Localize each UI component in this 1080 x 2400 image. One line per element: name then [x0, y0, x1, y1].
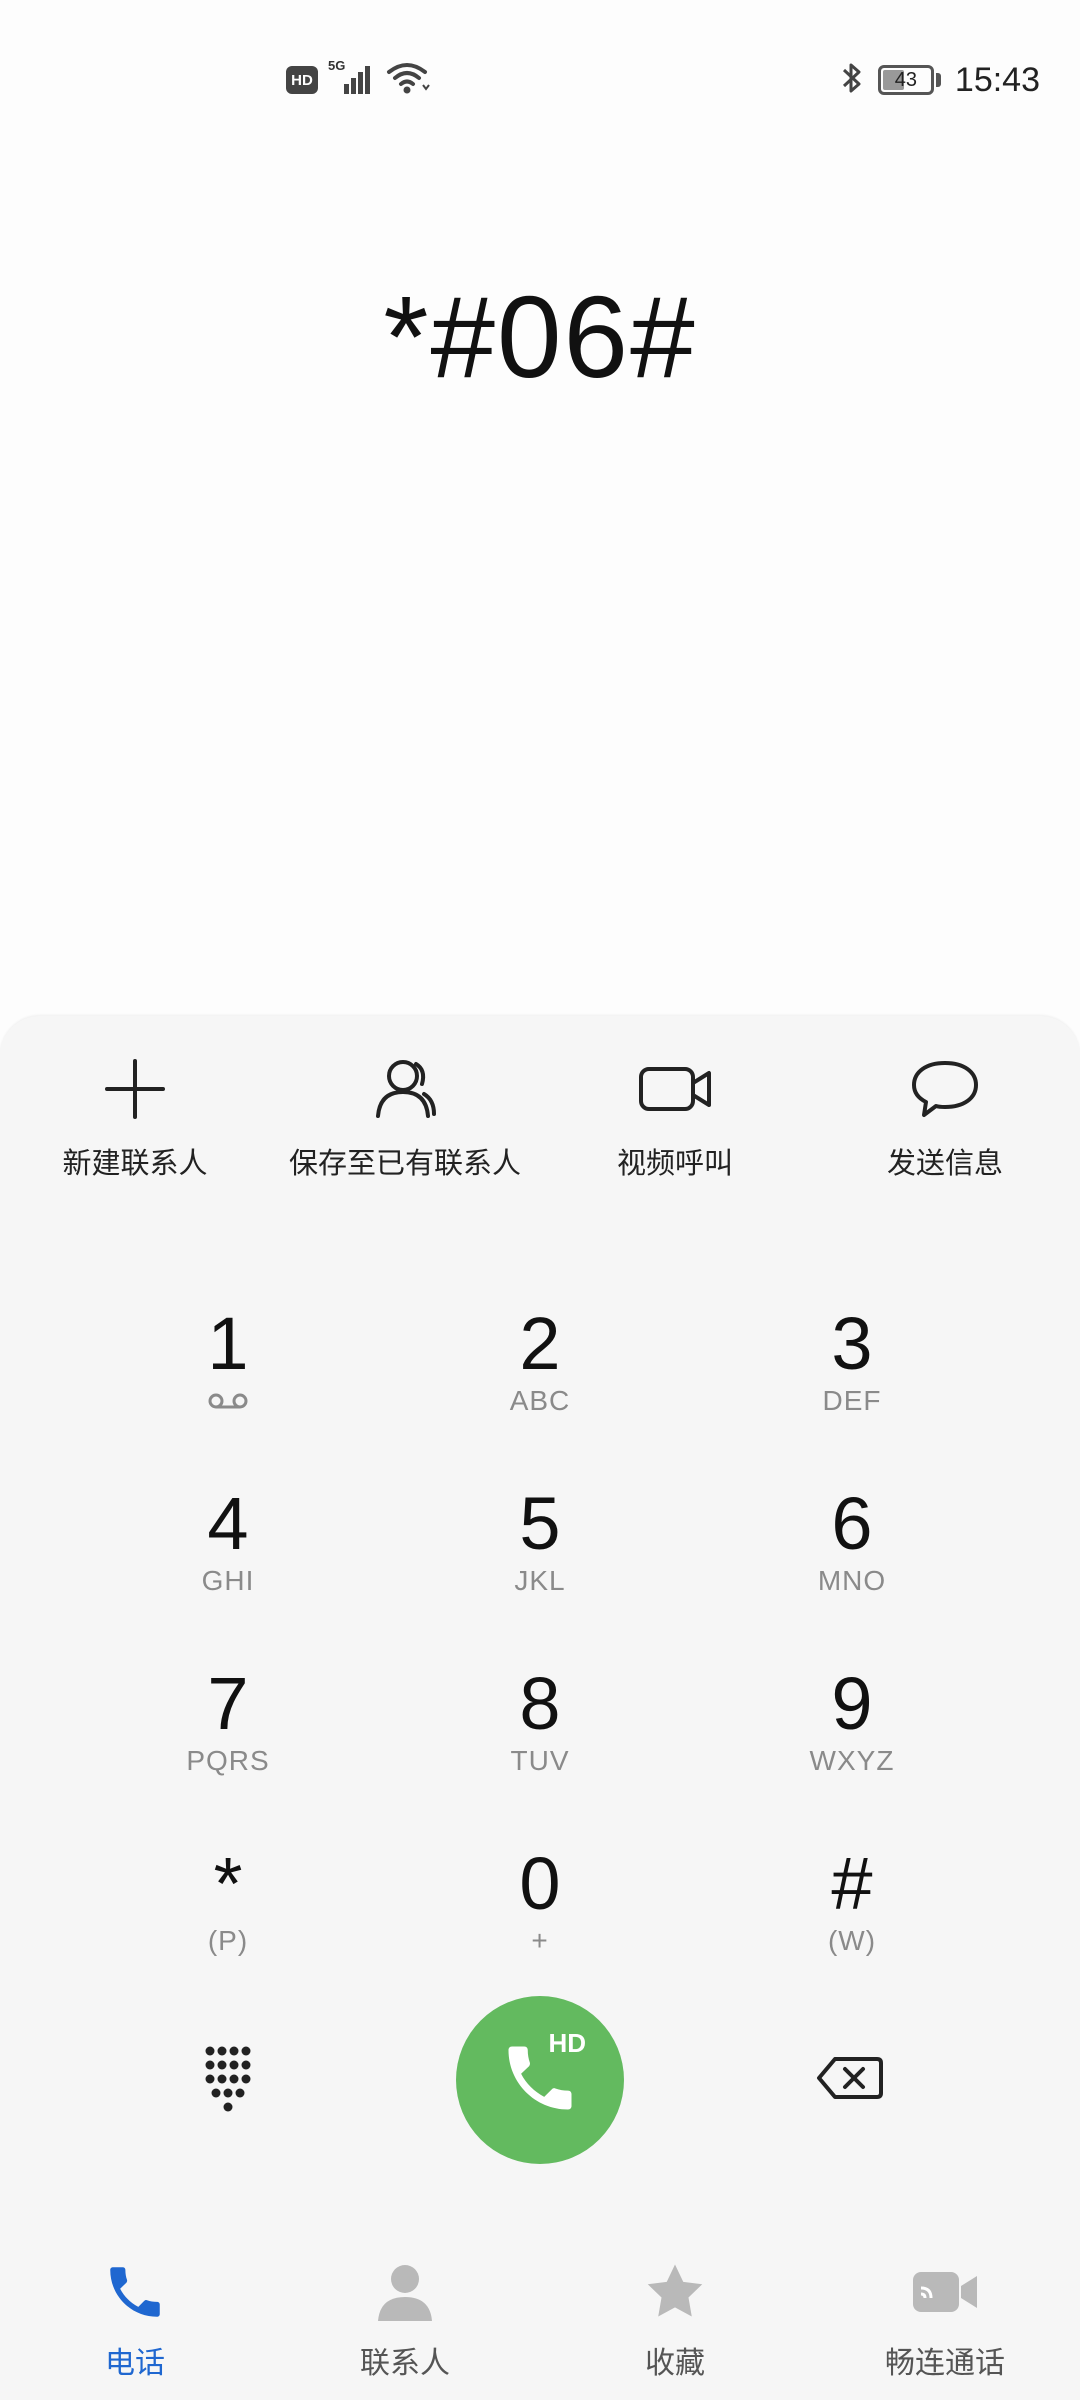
- keypad-grid-icon: [202, 2043, 254, 2117]
- backspace-button[interactable]: [800, 2040, 900, 2120]
- nav-tab-favorites[interactable]: 收藏: [540, 2256, 810, 2382]
- battery-indicator: 43: [877, 65, 934, 95]
- key-letters: ABC: [509, 1385, 571, 1416]
- star-icon: [642, 2256, 708, 2328]
- message-icon: [910, 1050, 980, 1128]
- key-7[interactable]: 7 PQRS: [72, 1664, 384, 1844]
- key-digit: *: [213, 1842, 243, 1925]
- backspace-icon: [815, 2055, 885, 2105]
- key-6[interactable]: 6 MNO: [696, 1484, 1008, 1664]
- key-digit: 1: [207, 1302, 249, 1385]
- save-to-existing-contact-button[interactable]: 保存至已有联系人: [270, 1050, 540, 1182]
- key-letters: (W): [827, 1925, 877, 1956]
- key-digit: #: [831, 1842, 873, 1925]
- key-digit: 2: [519, 1302, 561, 1385]
- send-message-button[interactable]: 发送信息: [810, 1050, 1080, 1182]
- key-letters: DEF: [822, 1385, 882, 1416]
- nav-label-contacts: 联系人: [360, 2346, 450, 2381]
- key-letters: (P): [207, 1925, 249, 1956]
- key-3[interactable]: 3 DEF: [696, 1304, 1008, 1484]
- nav-label-phone: 电话: [105, 2346, 165, 2381]
- key-digit: 6: [831, 1482, 873, 1565]
- key-hash[interactable]: # (W): [696, 1844, 1008, 2024]
- contacts-icon: [372, 2256, 438, 2328]
- key-2[interactable]: 2 ABC: [384, 1304, 696, 1484]
- key-letters: JKL: [514, 1565, 566, 1596]
- status-bar-right: 43 15:43: [840, 58, 1040, 102]
- add-contact-icon: [103, 1050, 167, 1128]
- new-contact-label: 新建联系人: [62, 1146, 208, 1180]
- nav-tab-meetime[interactable]: 畅连通话: [810, 2256, 1080, 2382]
- key-digit: 0: [519, 1842, 561, 1925]
- video-call-button[interactable]: 视频呼叫: [540, 1050, 810, 1182]
- video-call-icon: [909, 2256, 981, 2328]
- battery-cap-icon: [935, 73, 941, 87]
- call-button[interactable]: HD: [456, 1996, 624, 2164]
- wifi-icon: [386, 61, 430, 99]
- save-to-existing-contact-label: 保存至已有联系人: [288, 1146, 521, 1180]
- key-digit: 8: [519, 1662, 561, 1745]
- signal-icon: 5G: [328, 58, 372, 96]
- key-9[interactable]: 9 WXYZ: [696, 1664, 1008, 1844]
- new-contact-button[interactable]: 新建联系人: [0, 1050, 270, 1182]
- key-letters: GHI: [201, 1565, 255, 1596]
- bluetooth-icon: [840, 60, 864, 100]
- key-letters: +: [531, 1925, 549, 1956]
- dialed-number[interactable]: *#06#: [0, 270, 1080, 404]
- key-star[interactable]: * (P): [72, 1844, 384, 2024]
- key-digit: 9: [831, 1662, 873, 1745]
- key-digit: 5: [519, 1482, 561, 1565]
- key-8[interactable]: 8 TUV: [384, 1664, 696, 1844]
- status-time: 15:43: [954, 60, 1040, 99]
- send-message-label: 发送信息: [886, 1146, 1003, 1180]
- key-letters: PQRS: [186, 1745, 270, 1776]
- key-letters: MNO: [817, 1565, 887, 1596]
- voicemail-icon: [207, 1384, 249, 1418]
- nav-tab-phone[interactable]: 电话: [0, 2256, 270, 2382]
- video-call-icon: [637, 1050, 713, 1128]
- key-letters: WXYZ: [809, 1745, 895, 1776]
- key-1[interactable]: 1: [72, 1304, 384, 1484]
- key-digit: 7: [207, 1662, 249, 1745]
- hd-voice-badge: HD: [286, 66, 318, 94]
- hd-call-label: HD: [548, 2028, 586, 2058]
- status-bar-left: HD 5G: [286, 58, 430, 100]
- video-call-label: 视频呼叫: [616, 1146, 733, 1180]
- key-5[interactable]: 5 JKL: [384, 1484, 696, 1664]
- hide-keypad-button[interactable]: [178, 2030, 278, 2130]
- key-letters: TUV: [510, 1745, 570, 1776]
- nav-label-favorites: 收藏: [645, 2346, 705, 2381]
- network-type: 5G: [328, 58, 346, 73]
- key-digit: 4: [207, 1482, 249, 1565]
- phone-icon: [102, 2256, 168, 2328]
- person-icon: [372, 1050, 438, 1128]
- nav-tab-contacts[interactable]: 联系人: [270, 2256, 540, 2382]
- key-4[interactable]: 4 GHI: [72, 1484, 384, 1664]
- key-digit: 3: [831, 1302, 873, 1385]
- battery-level: 43: [894, 68, 918, 91]
- nav-label-meetime: 畅连通话: [885, 2346, 1005, 2381]
